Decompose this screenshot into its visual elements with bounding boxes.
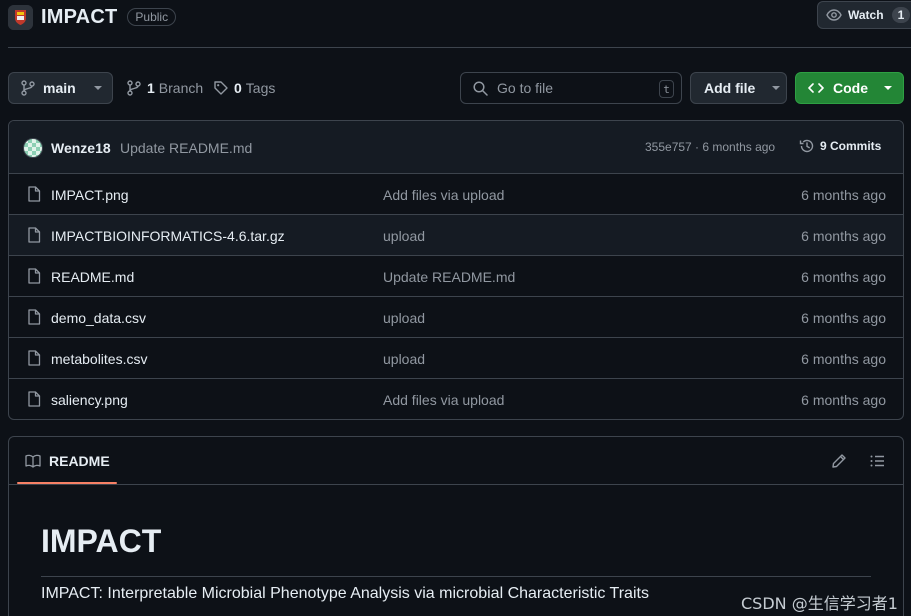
file-icon (27, 268, 41, 284)
keyboard-shortcut-hint: t (659, 80, 674, 98)
repo-owner-avatar[interactable] (8, 4, 33, 30)
tags-label: Tags (245, 80, 276, 96)
file-commit-date: 6 months ago (801, 269, 886, 285)
repo-header: IMPACT Public (8, 2, 177, 32)
readme-header: README (9, 437, 903, 485)
go-to-file-input[interactable]: Go to file t (460, 72, 682, 104)
chevron-down-icon (772, 86, 781, 90)
watch-count: 1 (891, 7, 911, 23)
history-icon (799, 138, 815, 154)
git-branch-icon (21, 80, 35, 96)
file-commit-message[interactable]: Update README.md (383, 269, 515, 285)
author-avatar[interactable] (23, 138, 43, 158)
file-commit-message[interactable]: upload (383, 351, 425, 367)
add-file-label: Add file (704, 80, 756, 96)
file-commit-date: 6 months ago (801, 187, 886, 203)
branches-label: Branch (158, 80, 204, 96)
file-row[interactable]: metabolites.csv upload 6 months ago (9, 338, 903, 379)
file-name[interactable]: IMPACTBIOINFORMATICS-4.6.tar.gz (51, 228, 285, 244)
file-browser: Wenze18 Update README.md 355e757 · 6 mon… (8, 120, 904, 420)
file-commit-date: 6 months ago (801, 351, 886, 367)
commit-author[interactable]: Wenze18 (51, 140, 111, 156)
file-icon (27, 227, 41, 243)
chevron-down-icon (884, 86, 892, 90)
file-commit-date: 6 months ago (801, 310, 886, 326)
file-icon (27, 309, 41, 325)
readme-actions (831, 453, 885, 469)
file-name[interactable]: README.md (51, 269, 134, 285)
watch-label: Watch (848, 8, 884, 22)
search-placeholder: Go to file (497, 80, 554, 96)
file-icon (27, 186, 41, 202)
add-file-button[interactable]: Add file (690, 72, 787, 104)
file-name[interactable]: saliency.png (51, 392, 128, 408)
file-name[interactable]: metabolites.csv (51, 351, 147, 367)
commit-hash-date[interactable]: 355e757 · 6 months ago (645, 140, 775, 154)
latest-commit-bar: Wenze18 Update README.md 355e757 · 6 mon… (9, 121, 903, 174)
file-commit-date: 6 months ago (801, 392, 886, 408)
code-icon (808, 81, 824, 95)
code-button[interactable]: Code (795, 72, 904, 104)
active-tab-underline (17, 482, 117, 484)
commit-message[interactable]: Update README.md (120, 140, 252, 156)
file-row[interactable]: README.md Update README.md 6 months ago (9, 256, 903, 297)
file-commit-message[interactable]: upload (383, 228, 425, 244)
file-row[interactable]: saliency.png Add files via upload 6 mont… (9, 379, 903, 419)
file-commit-message[interactable]: Add files via upload (383, 187, 504, 203)
repo-toolbar: main 1 Branch 0 Tags Go to file t Add fi… (0, 72, 911, 104)
tag-icon (214, 81, 228, 95)
file-row[interactable]: demo_data.csv upload 6 months ago (9, 297, 903, 338)
branch-selector[interactable]: main (8, 72, 113, 104)
file-commit-date: 6 months ago (801, 228, 886, 244)
file-row[interactable]: IMPACT.png Add files via upload 6 months… (9, 174, 903, 215)
code-label: Code (833, 80, 868, 96)
tags-count: 0 (234, 80, 242, 96)
watch-button[interactable]: Watch 1 (817, 1, 911, 29)
git-branch-icon (127, 80, 141, 96)
file-commit-message[interactable]: upload (383, 310, 425, 326)
file-row[interactable]: IMPACTBIOINFORMATICS-4.6.tar.gz upload 6… (9, 215, 903, 256)
chevron-down-icon (93, 86, 102, 90)
eye-icon (826, 7, 842, 23)
header-divider (8, 47, 911, 48)
file-commit-message[interactable]: Add files via upload (383, 392, 504, 408)
file-name[interactable]: IMPACT.png (51, 187, 129, 203)
readme-title: IMPACT (41, 523, 871, 577)
tab-readme[interactable]: README (25, 453, 110, 469)
pencil-icon[interactable] (831, 453, 847, 469)
list-unordered-icon[interactable] (869, 453, 885, 469)
branches-link[interactable]: 1 Branch (127, 72, 203, 104)
commits-count-label: 9 Commits (820, 139, 882, 153)
repo-name[interactable]: IMPACT (41, 6, 117, 29)
file-icon (27, 350, 41, 366)
readme-panel: README IMPACT IMPACT: Interpretable Micr… (8, 436, 904, 616)
branch-name: main (43, 80, 76, 96)
readme-tab-label: README (49, 453, 110, 469)
branches-count: 1 (147, 80, 155, 96)
commits-history-link[interactable]: 9 Commits (799, 138, 881, 154)
search-icon (473, 80, 488, 96)
csdn-watermark: CSDN @生信学习者1 (741, 594, 898, 613)
visibility-badge: Public (127, 8, 177, 26)
file-name[interactable]: demo_data.csv (51, 310, 146, 326)
tags-link[interactable]: 0 Tags (214, 72, 275, 104)
book-icon (25, 454, 41, 468)
file-icon (27, 391, 41, 407)
